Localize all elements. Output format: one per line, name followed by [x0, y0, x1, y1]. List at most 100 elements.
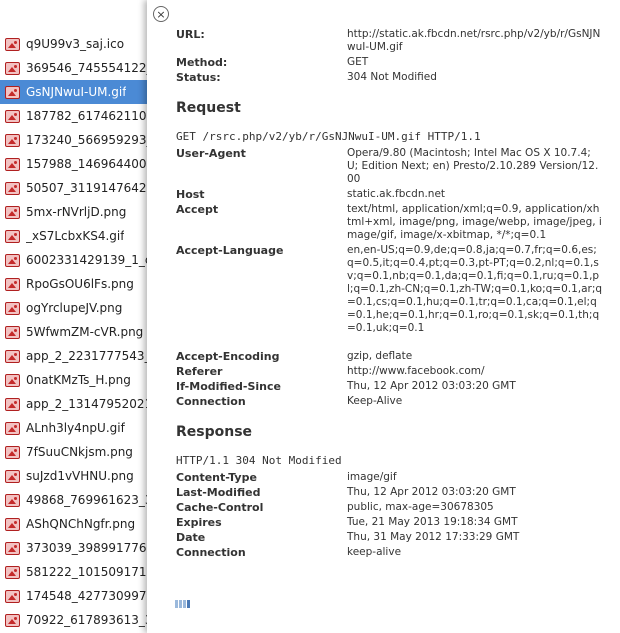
request-header-value: text/html, application/xml;q=0.9, applic…: [347, 203, 602, 241]
resource-name: 49868_769961623_35: [26, 493, 147, 507]
resource-list-item[interactable]: app_2_131479520210: [0, 392, 147, 416]
resource-list-item[interactable]: ogYrclupeJV.png: [0, 296, 147, 320]
resource-name: 0natKMzTs_H.png: [26, 373, 131, 387]
resource-name: 5WfwmZM-cVR.png: [26, 325, 144, 339]
response-header-key: Expires: [176, 516, 222, 529]
request-section-title: Request: [176, 100, 241, 116]
request-header-key: If-Modified-Since: [176, 380, 281, 393]
loading-indicator: [175, 599, 190, 608]
image-file-icon: [5, 253, 20, 267]
loading-bar-segment: [183, 599, 186, 608]
url-key: URL:: [176, 28, 205, 41]
resource-name: 7fSuuCNkjsm.png: [26, 445, 133, 459]
request-header-value: static.ak.fbcdn.net: [347, 188, 446, 200]
resource-list-item[interactable]: 187782_6174621106_: [0, 104, 147, 128]
request-header-value: http://www.facebook.com/: [347, 365, 485, 377]
resource-list-item[interactable]: 70922_617893613_30: [0, 608, 147, 632]
resource-list-item[interactable]: RpoGsOU6lFs.png: [0, 272, 147, 296]
response-header-key: Last-Modified: [176, 486, 261, 499]
response-section-title: Response: [176, 424, 253, 440]
status-key: Status:: [176, 71, 221, 84]
resource-list-item[interactable]: 174548_42773099725: [0, 584, 147, 608]
resource-list-item[interactable]: 7fSuuCNkjsm.png: [0, 440, 147, 464]
image-file-icon: [5, 109, 20, 123]
resource-list-item[interactable]: app_2_2231777543_7: [0, 344, 147, 368]
request-header-key: Accept: [176, 203, 219, 216]
image-file-icon: [5, 157, 20, 171]
request-header-key: Connection: [176, 395, 246, 408]
image-file-icon: [5, 181, 20, 195]
response-header-key: Cache-Control: [176, 501, 264, 514]
loading-bar-segment: [175, 599, 178, 608]
resource-list-item[interactable]: 373039_39899177677: [0, 536, 147, 560]
resource-list-item[interactable]: 581222_10150917143: [0, 560, 147, 584]
resource-list-item[interactable]: 0natKMzTs_H.png: [0, 368, 147, 392]
image-file-icon: [5, 613, 20, 627]
resource-list-item[interactable]: q9U99v3_saj.ico: [0, 32, 147, 56]
response-header-value: Thu, 31 May 2012 17:33:29 GMT: [347, 531, 520, 543]
response-header-key: Connection: [176, 546, 246, 559]
resource-list-item[interactable]: 173240_566959293_8: [0, 128, 147, 152]
request-header-key: User-Agent: [176, 147, 246, 160]
image-file-icon: [5, 205, 20, 219]
response-header-value: Thu, 12 Apr 2012 03:03:20 GMT: [347, 486, 516, 498]
resource-list-item[interactable]: _xS7LcbxKS4.gif: [0, 224, 147, 248]
resource-list-item[interactable]: 369546_745554122_1: [0, 56, 147, 80]
resource-name: 50507_31191476427: [26, 181, 147, 195]
resource-name: suJzd1vVHNU.png: [26, 469, 134, 483]
loading-bar-segment: [187, 599, 190, 608]
resource-name: app_2_2231777543_7: [26, 349, 147, 363]
resource-name: 6002331429139_1_c7: [26, 253, 147, 267]
network-inspector: q9U99v3_saj.ico 369546_745554122_1 GsNJN…: [0, 0, 620, 633]
resource-list-item[interactable]: 49868_769961623_35: [0, 488, 147, 512]
close-button[interactable]: ×: [153, 6, 169, 22]
image-file-icon: [5, 133, 20, 147]
resource-name: 187782_6174621106_: [26, 109, 147, 123]
request-header-key: Host: [176, 188, 205, 201]
resource-list: q9U99v3_saj.ico 369546_745554122_1 GsNJN…: [0, 0, 147, 633]
method-key: Method:: [176, 56, 228, 69]
resource-list-item[interactable]: 50507_31191476427: [0, 176, 147, 200]
method-value: GET: [347, 56, 369, 68]
image-file-icon: [5, 373, 20, 387]
resource-name: 70922_617893613_30: [26, 613, 147, 627]
resource-list-item[interactable]: suJzd1vVHNU.png: [0, 464, 147, 488]
response-header-value: image/gif: [347, 471, 397, 483]
resource-list-item[interactable]: 157988_14696440021: [0, 152, 147, 176]
resource-name: RpoGsOU6lFs.png: [26, 277, 134, 291]
resource-name: 157988_14696440021: [26, 157, 147, 171]
resource-list-item[interactable]: AShQNChNgfr.png: [0, 512, 147, 536]
image-file-icon: [5, 445, 20, 459]
request-header-value: en,en-US;q=0.9,de;q=0.8,ja;q=0.7,fr;q=0.…: [347, 244, 603, 334]
image-file-icon: [5, 397, 20, 411]
request-detail-panel: × URL: http://static.ak.fbcdn.net/rsrc.p…: [147, 0, 620, 633]
request-line: GET /rsrc.php/v2/yb/r/GsNJNwuI-UM.gif HT…: [176, 130, 481, 143]
resource-name: 174548_42773099725: [26, 589, 147, 603]
status-value: 304 Not Modified: [347, 71, 437, 83]
resource-name: AShQNChNgfr.png: [26, 517, 136, 531]
request-header-value: Opera/9.80 (Macintosh; Intel Mac OS X 10…: [347, 147, 599, 185]
resource-name: 373039_39899177677: [26, 541, 147, 555]
resource-list-item[interactable]: 5WfwmZM-cVR.png: [0, 320, 147, 344]
response-header-value: Tue, 21 May 2013 19:18:34 GMT: [347, 516, 518, 528]
request-header-key: Accept-Encoding: [176, 350, 280, 363]
url-value: http://static.ak.fbcdn.net/rsrc.php/v2/y…: [347, 28, 601, 53]
response-header-value: public, max-age=30678305: [347, 501, 494, 513]
resource-list-item[interactable]: 6002331429139_1_c7: [0, 248, 147, 272]
image-file-icon: [5, 493, 20, 507]
request-header-value: Keep-Alive: [347, 395, 403, 407]
response-header-key: Content-Type: [176, 471, 257, 484]
resource-list-item[interactable]: ALnh3ly4npU.gif: [0, 416, 147, 440]
resource-name: 5mx-rNVrljD.png: [26, 205, 127, 219]
resource-list-item[interactable]: 5mx-rNVrljD.png: [0, 200, 147, 224]
resource-name: 369546_745554122_1: [26, 61, 147, 75]
request-header-key: Referer: [176, 365, 223, 378]
image-file-icon: [5, 301, 20, 315]
image-file-icon: [5, 349, 20, 363]
image-file-icon: [5, 565, 20, 579]
image-file-icon: [5, 277, 20, 291]
resource-list-item-selected[interactable]: GsNJNwuI-UM.gif: [0, 80, 147, 104]
resource-name: ALnh3ly4npU.gif: [26, 421, 125, 435]
request-header-value: Thu, 12 Apr 2012 03:03:20 GMT: [347, 380, 516, 392]
image-file-icon: [5, 85, 20, 99]
